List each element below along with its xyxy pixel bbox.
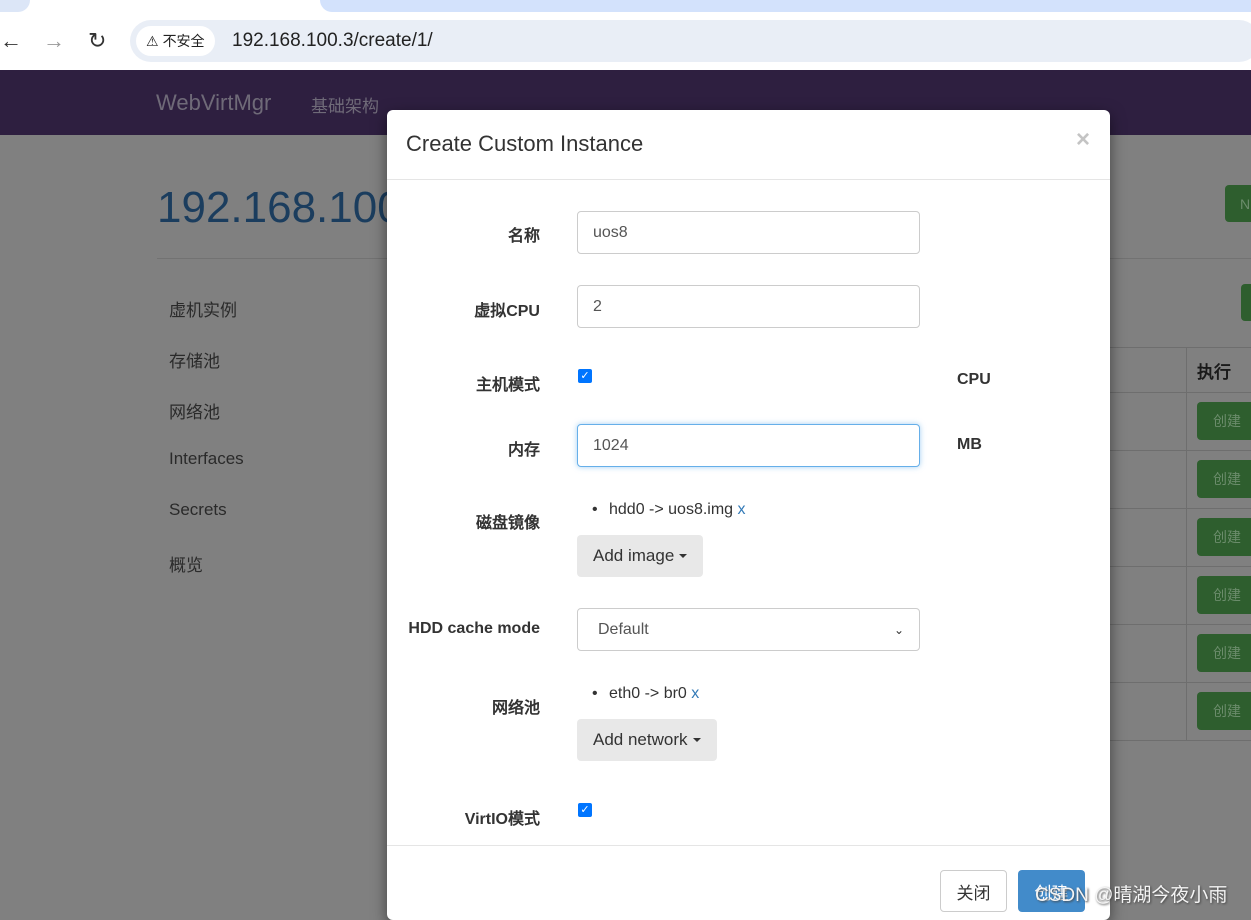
cpu-unit: CPU bbox=[957, 371, 991, 388]
create-row-button[interactable]: 创建 bbox=[1197, 692, 1251, 730]
network-label: 网络池 bbox=[491, 700, 540, 717]
create-instance-modal: Create Custom Instance × 名称 uos8 虚拟CPU 2… bbox=[387, 110, 1110, 920]
disk-item: hdd0 -> uos8.img x bbox=[592, 501, 746, 519]
create-row-button[interactable]: 创建 bbox=[1197, 576, 1251, 614]
sidebar-item[interactable]: 网络池 bbox=[169, 398, 220, 423]
close-button[interactable]: 关闭 bbox=[940, 870, 1007, 912]
url-text[interactable]: 192.168.100.3/create/1/ bbox=[232, 30, 433, 52]
vcpu-label: 虚拟CPU bbox=[474, 303, 540, 320]
virtio-checkbox[interactable]: ✓ bbox=[578, 803, 592, 817]
address-bar[interactable]: ⚠ 不安全 192.168.100.3/create/1/ bbox=[130, 20, 1251, 62]
nav-infrastructure[interactable]: 基础架构 bbox=[311, 92, 379, 117]
memory-input[interactable]: 1024 bbox=[577, 424, 920, 467]
security-chip[interactable]: ⚠ 不安全 bbox=[136, 26, 215, 56]
create-row-button[interactable]: 创建 bbox=[1197, 402, 1251, 440]
virtio-label: VirtIO模式 bbox=[464, 811, 540, 828]
browser-toolbar: ← → ↻ ⚠ 不安全 192.168.100.3/create/1/ bbox=[0, 0, 1251, 70]
remove-network-link[interactable]: x bbox=[691, 685, 699, 702]
new-button[interactable]: N bbox=[1225, 185, 1251, 222]
sidebar-item[interactable]: Secrets bbox=[169, 500, 227, 520]
back-icon[interactable]: ← bbox=[0, 28, 22, 54]
watermark: CSDN @晴湖今夜小雨 bbox=[1035, 885, 1228, 906]
sidebar-item[interactable]: 存储池 bbox=[169, 347, 220, 372]
close-icon[interactable]: × bbox=[1076, 126, 1090, 154]
add-image-button[interactable]: Add image bbox=[577, 535, 704, 577]
sidebar-item[interactable]: 概览 bbox=[169, 551, 203, 576]
create-row-button[interactable]: 创建 bbox=[1197, 518, 1251, 556]
forward-icon[interactable]: → bbox=[43, 28, 65, 54]
sidebar-item[interactable]: Interfaces bbox=[169, 449, 244, 469]
chevron-down-icon: ⌄ bbox=[893, 622, 904, 637]
remove-disk-link[interactable]: x bbox=[738, 501, 746, 518]
caret-down-icon bbox=[692, 738, 701, 742]
action-button[interactable] bbox=[1241, 284, 1251, 321]
add-network-button[interactable]: Add network bbox=[577, 719, 717, 761]
reload-icon[interactable]: ↻ bbox=[88, 28, 106, 54]
warning-icon: ⚠ bbox=[146, 32, 159, 49]
modal-title: Create Custom Instance bbox=[406, 131, 644, 156]
host-mode-checkbox[interactable]: ✓ bbox=[578, 369, 592, 383]
table-header-action: 执行 bbox=[1197, 363, 1231, 382]
create-row-button[interactable]: 创建 bbox=[1197, 634, 1251, 672]
vcpu-input[interactable]: 2 bbox=[577, 285, 920, 328]
name-input[interactable]: uos8 bbox=[577, 211, 920, 254]
name-label: 名称 bbox=[507, 228, 540, 245]
cache-mode-select[interactable]: Default ⌄ bbox=[577, 608, 920, 651]
disk-label: 磁盘镜像 bbox=[475, 515, 540, 532]
memory-unit: MB bbox=[957, 436, 982, 453]
create-row-button[interactable]: 创建 bbox=[1197, 460, 1251, 498]
network-item: eth0 -> br0 x bbox=[592, 685, 699, 703]
host-mode-label: 主机模式 bbox=[475, 377, 540, 394]
caret-down-icon bbox=[679, 554, 688, 558]
sidebar-item[interactable]: 虚机实例 bbox=[169, 296, 237, 321]
brand-link[interactable]: WebVirtMgr bbox=[156, 90, 271, 116]
memory-label: 内存 bbox=[507, 442, 540, 459]
cache-label: HDD cache mode bbox=[408, 620, 540, 637]
